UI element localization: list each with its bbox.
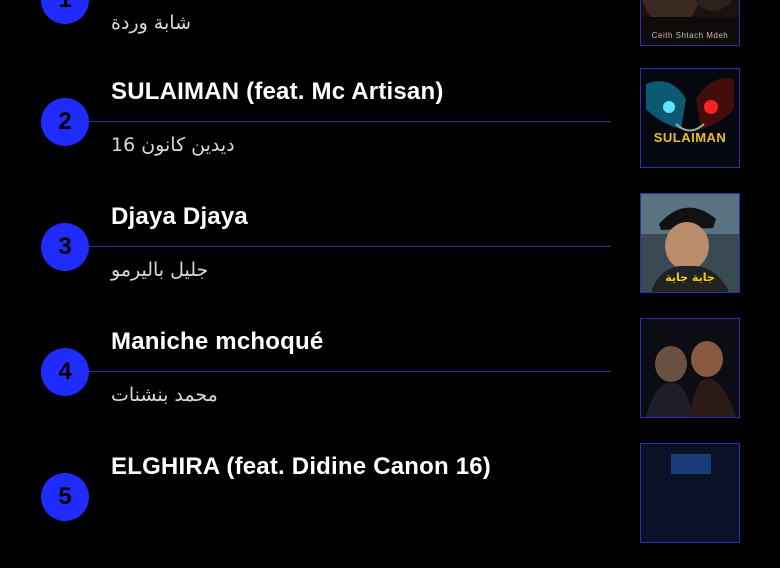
track-artist: ديدين كانون 16 — [111, 134, 235, 156]
cover-caption: جاية جاية — [665, 271, 715, 284]
cover-caption: SULAIMAN — [653, 130, 727, 145]
album-cover[interactable]: SULAIMAN — [640, 68, 740, 168]
rank-badge: 4 — [41, 348, 89, 396]
album-cover[interactable] — [640, 318, 740, 418]
track-title: Maniche mchoqué — [111, 328, 324, 355]
divider — [89, 371, 611, 372]
track-artist: شابة وردة — [111, 12, 191, 34]
track-row-3[interactable]: Djaya Djaya 3 جليل باليرمو جاية جاية — [0, 193, 780, 318]
track-row-2[interactable]: SULAIMAN (feat. Mc Artisan) 2 ديدين كانو… — [0, 68, 780, 193]
track-artist: محمد بنشنات — [111, 384, 218, 406]
track-title: SULAIMAN (feat. Mc Artisan) — [111, 78, 444, 105]
divider — [89, 246, 611, 247]
album-cover[interactable]: Ceith Shtach Mdeh — [640, 0, 740, 46]
album-cover[interactable]: جاية جاية — [640, 193, 740, 293]
rank-badge: 1 — [41, 0, 89, 24]
divider — [89, 121, 611, 122]
track-row-5[interactable]: ELGHIRA (feat. Didine Canon 16) 5 — [0, 443, 780, 568]
album-cover[interactable] — [640, 443, 740, 543]
rank-badge: 3 — [41, 223, 89, 271]
rank-badge: 2 — [41, 98, 89, 146]
rank-badge: 5 — [41, 473, 89, 521]
track-artist: جليل باليرمو — [111, 259, 209, 281]
track-row-1[interactable]: 1 شابة وردة Ceith Shtach Mdeh — [0, 0, 780, 71]
cover-caption: Ceith Shtach Mdeh — [651, 31, 729, 40]
track-title: ELGHIRA (feat. Didine Canon 16) — [111, 453, 492, 480]
track-row-4[interactable]: Maniche mchoqué 4 محمد بنشنات — [0, 318, 780, 443]
track-title: Djaya Djaya — [111, 203, 248, 230]
